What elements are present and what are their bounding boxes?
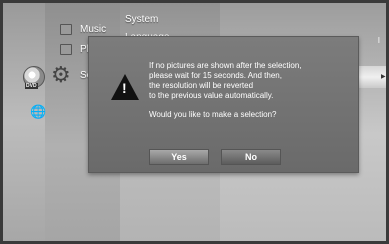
tv-screen: Music Photo System Language ▶ l DVD ⚙ Se… [0, 0, 389, 244]
photo-icon [60, 44, 72, 55]
dialog-message-line-1: If no pictures are shown after the selec… [149, 61, 302, 70]
disc-label: DVD [25, 83, 38, 89]
music-icon [60, 24, 72, 35]
gear-icon[interactable]: ⚙ [51, 64, 71, 86]
warning-mark: ! [122, 80, 127, 96]
yes-button[interactable]: Yes [149, 149, 209, 165]
dialog-message-line-3: the resolution will be reverted [149, 81, 254, 90]
settings-item-system[interactable]: System [125, 14, 158, 25]
setting-value-text: l [378, 36, 380, 45]
confirm-dialog: ! If no pictures are shown after the sel… [88, 36, 359, 173]
dialog-question: Would you like to make a selection? [149, 110, 277, 119]
globe-icon[interactable]: 🌐 [30, 104, 46, 120]
menu-item-music[interactable]: Music [80, 24, 106, 35]
dialog-message-line-4: to the previous value automatically. [149, 91, 274, 100]
arrow-right-icon: ▶ [381, 74, 386, 80]
dialog-message-line-2: please wait for 15 seconds. And then, [149, 71, 282, 80]
frame-top [0, 0, 389, 3]
main-menu-column [3, 3, 45, 241]
frame-left [0, 0, 3, 244]
no-button[interactable]: No [221, 149, 281, 165]
